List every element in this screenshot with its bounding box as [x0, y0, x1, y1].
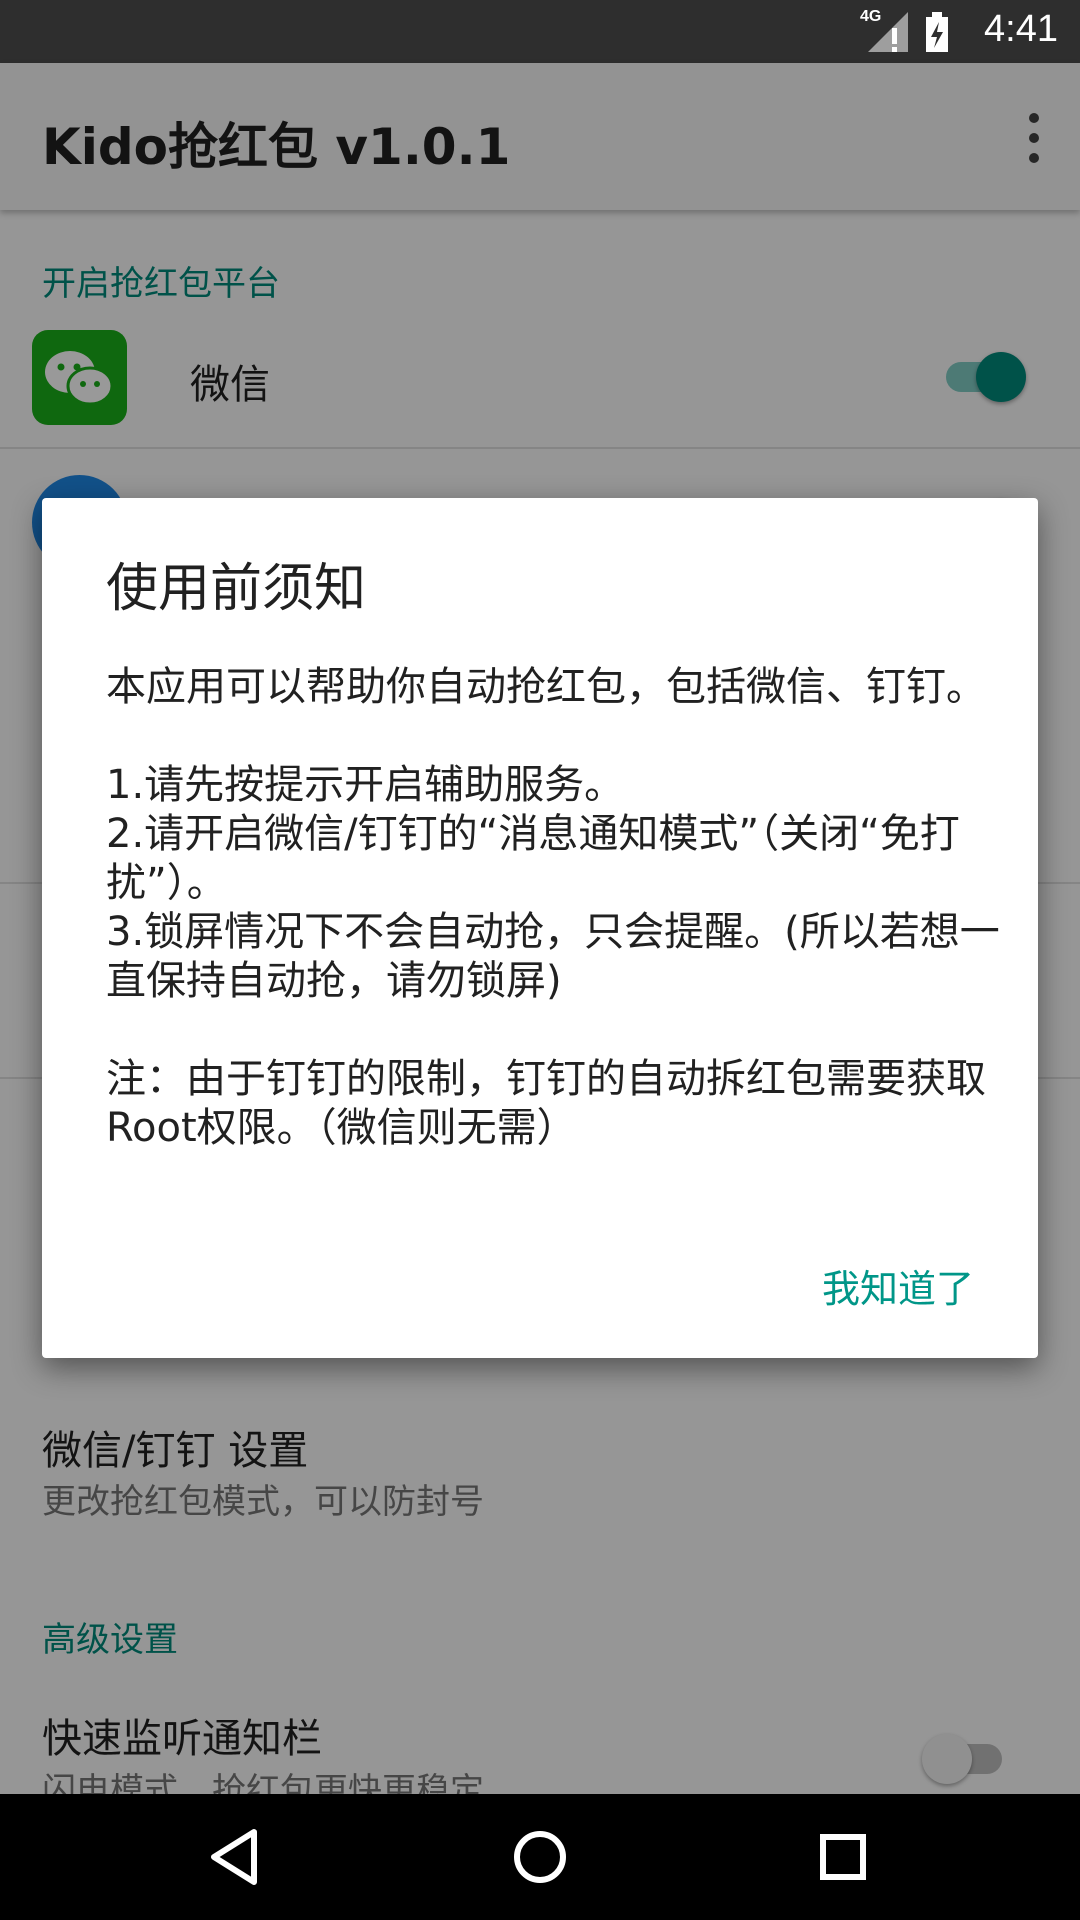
notice-dialog: 使用前须知 本应用可以帮助你自动抢红包，包括微信、钉钉。 1.请先按提示开启辅助…	[42, 498, 1038, 1358]
status-icons: 4G	[860, 8, 950, 54]
back-icon[interactable]	[200, 1822, 270, 1892]
confirm-button[interactable]: 我知道了	[822, 1258, 974, 1313]
navigation-bar	[0, 1794, 1080, 1920]
dialog-message: 本应用可以帮助你自动抢红包，包括微信、钉钉。 1.请先按提示开启辅助服务。 2.…	[106, 664, 1000, 1151]
recents-icon[interactable]	[808, 1822, 878, 1892]
dialog-title: 使用前须知	[106, 559, 367, 619]
battery-icon	[924, 10, 950, 54]
network-4g-icon: 4G	[860, 8, 910, 54]
clock: 4:41	[984, 8, 1058, 50]
status-bar: 4G 4:41	[0, 0, 1080, 63]
home-icon[interactable]	[505, 1822, 575, 1892]
